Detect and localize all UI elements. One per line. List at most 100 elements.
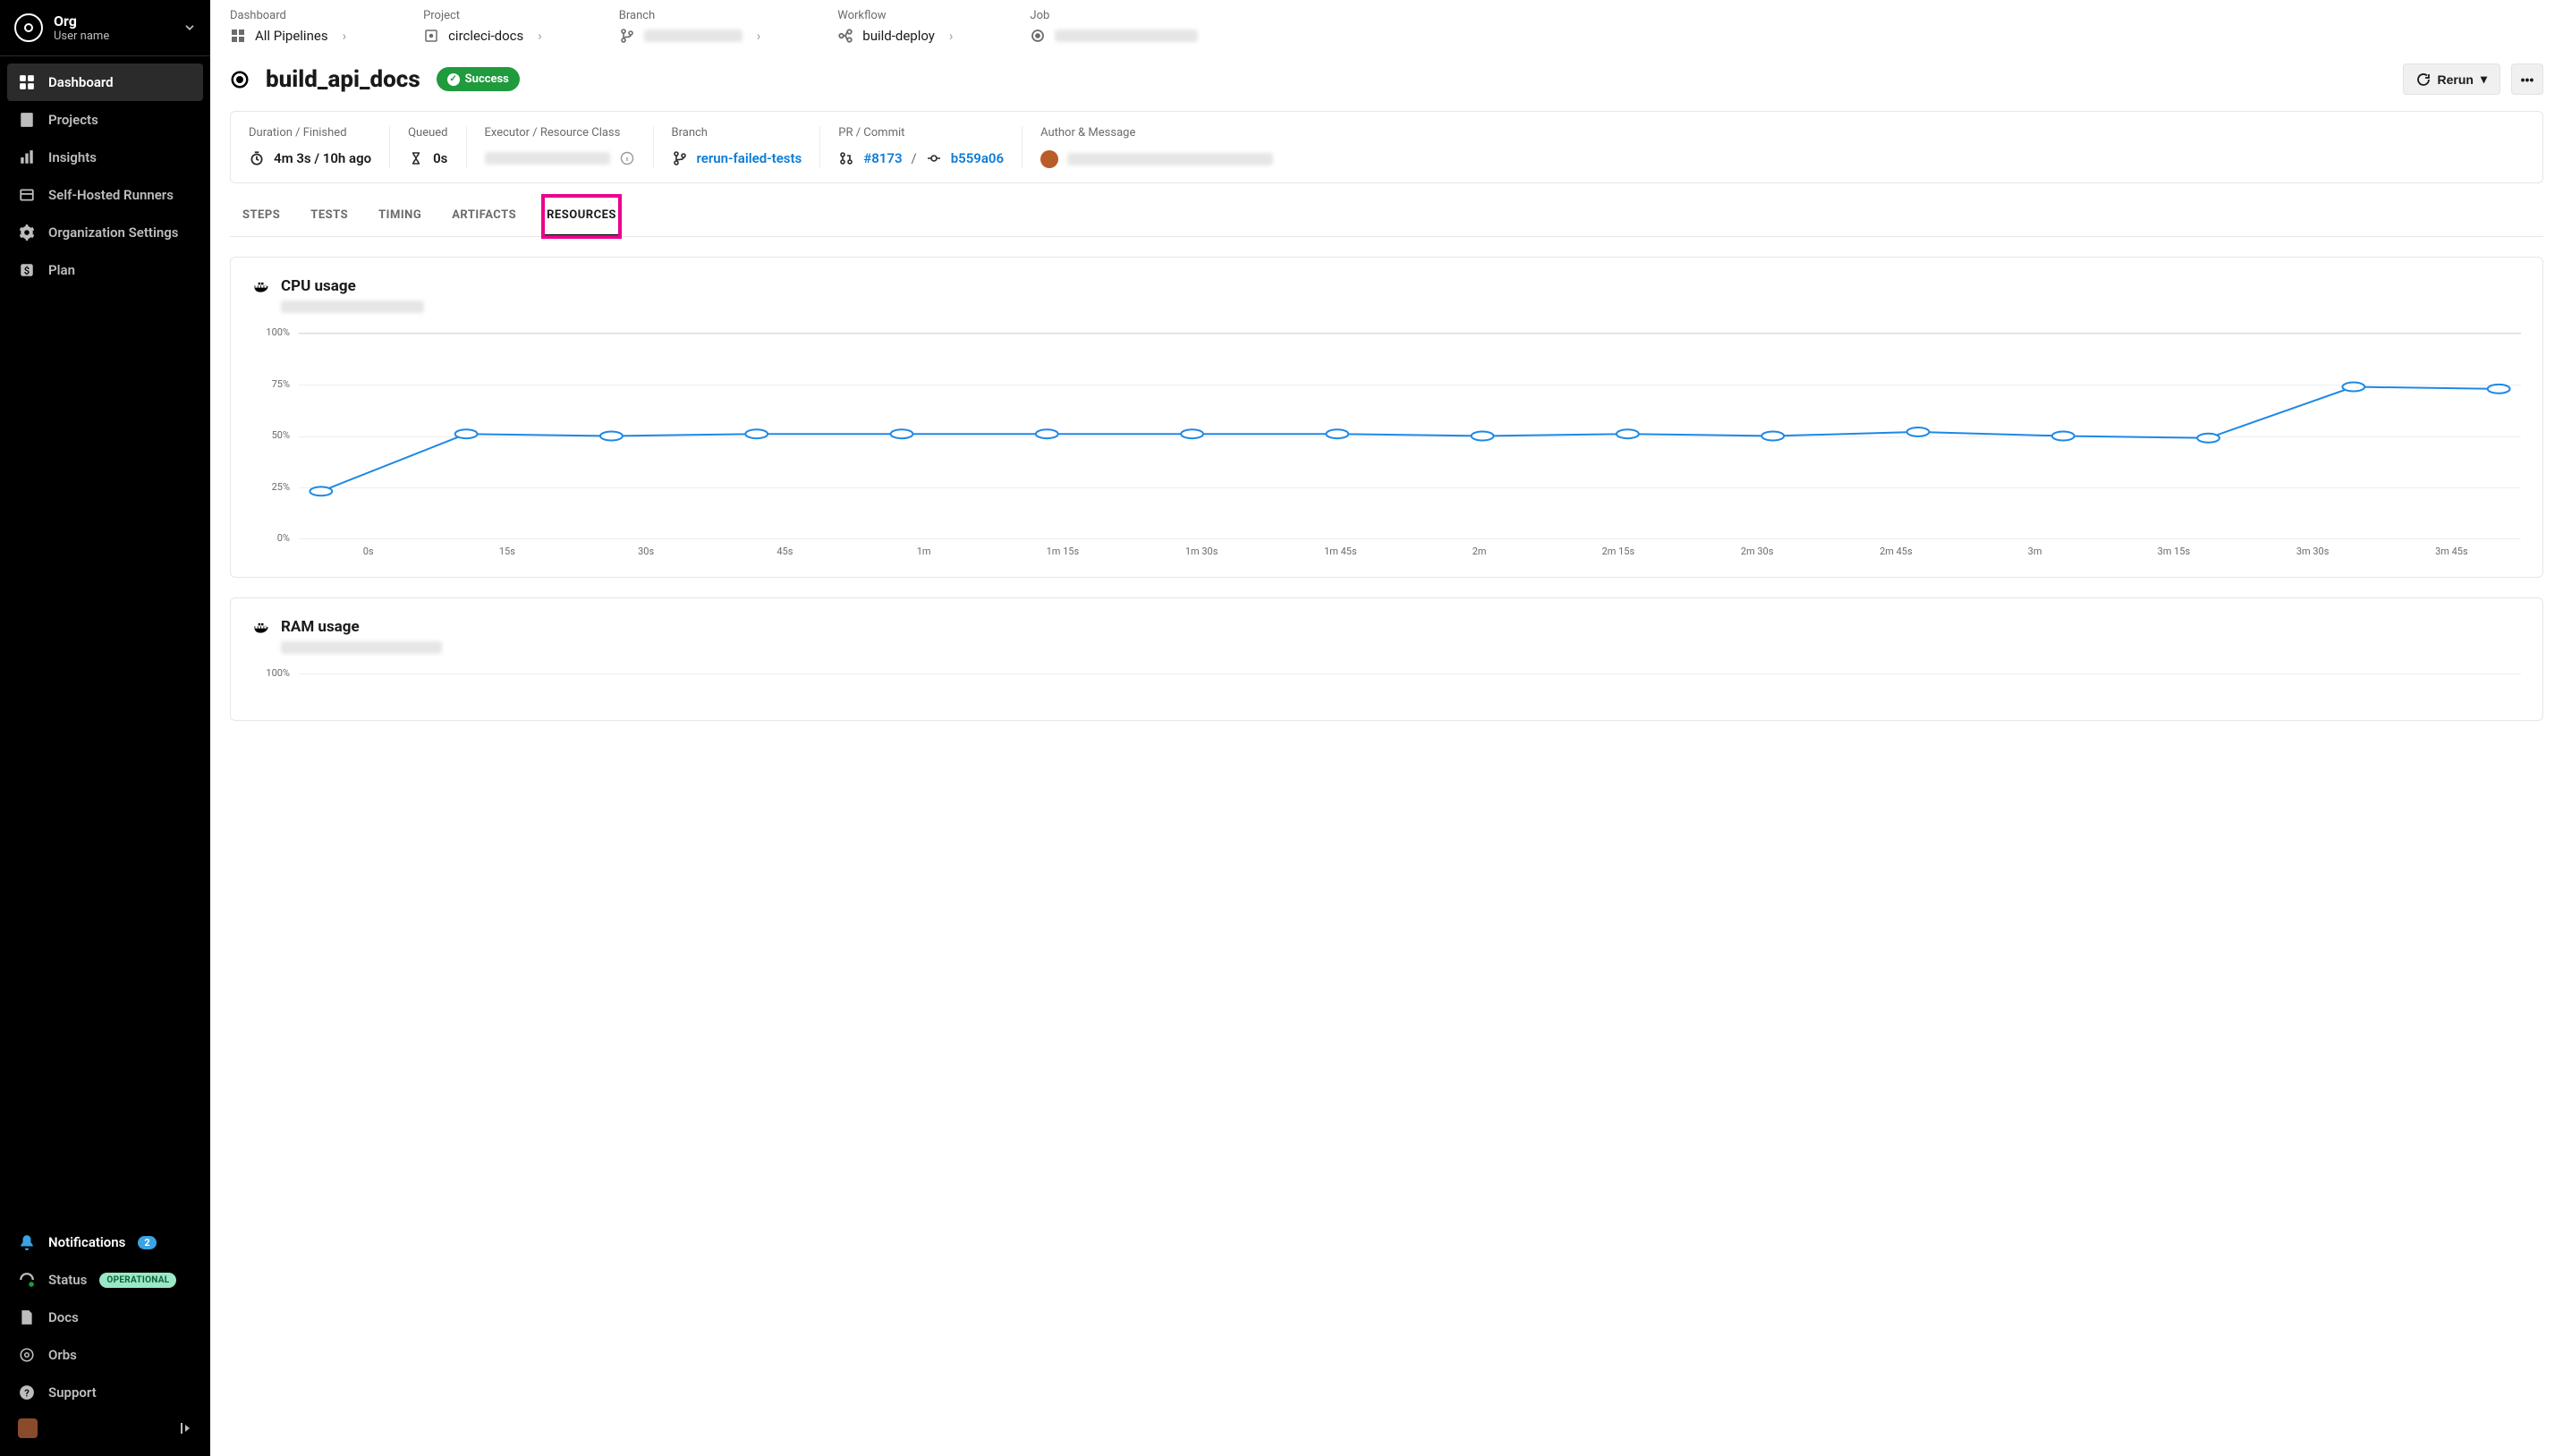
sidebar-item-label: Self-Hosted Runners	[48, 187, 174, 203]
more-button[interactable]: •••	[2511, 63, 2543, 95]
x-tick: 2m 15s	[1549, 546, 1687, 557]
x-tick: 3m 45s	[2382, 546, 2521, 557]
docs-icon	[18, 1308, 36, 1326]
stopwatch-icon	[249, 150, 265, 166]
user-name: User name	[54, 30, 109, 43]
branch-icon	[619, 28, 635, 44]
sidebar-item-status[interactable]: Status OPERATIONAL	[7, 1261, 203, 1299]
plan-icon: $	[18, 261, 36, 279]
tab-steps[interactable]: STEPS	[239, 196, 284, 236]
tab-timing[interactable]: TIMING	[375, 196, 425, 236]
commit-icon	[926, 150, 942, 166]
cpu-x-axis: 0s15s30s45s1m1m 15s1m 30s1m 45s2m2m 15s2…	[299, 546, 2521, 557]
meta-queued: 0s	[433, 150, 447, 166]
cpu-chart	[299, 333, 2521, 538]
circleci-logo-icon	[14, 13, 43, 42]
docker-icon	[252, 277, 270, 295]
ram-usage-card: RAM usage 100%	[230, 597, 2543, 721]
dots-icon: •••	[2521, 72, 2534, 87]
chevron-down-icon	[183, 21, 196, 34]
pipelines-icon	[230, 28, 246, 44]
meta-label-pr: PR / Commit	[838, 126, 1004, 140]
refresh-icon	[2416, 72, 2431, 87]
sidebar-item-label: Projects	[48, 112, 98, 128]
crumb-dashboard[interactable]: All Pipelines	[255, 28, 328, 44]
rerun-label: Rerun	[2438, 72, 2474, 87]
job-name: build_api_docs	[266, 66, 420, 93]
orbs-icon	[18, 1346, 36, 1364]
main-content: Dashboard All Pipelines › Project circle…	[210, 0, 2563, 1456]
x-tick: 1m 45s	[1271, 546, 1410, 557]
meta-branch-link[interactable]: rerun-failed-tests	[697, 150, 802, 166]
chevron-right-icon: ›	[532, 28, 547, 44]
user-avatar[interactable]	[18, 1418, 38, 1438]
workflow-icon	[837, 28, 853, 44]
x-tick: 2m 45s	[1827, 546, 1965, 557]
pull-request-icon	[838, 150, 854, 166]
sidebar-item-label: Docs	[48, 1309, 79, 1325]
crumb-branch-redacted	[644, 30, 743, 42]
y-tick: 100%	[266, 667, 290, 679]
x-tick: 1m 15s	[993, 546, 1132, 557]
crumb-label-project: Project	[423, 9, 547, 22]
x-tick: 15s	[437, 546, 576, 557]
job-meta: Duration / Finished 4m 3s / 10h ago Queu…	[230, 111, 2543, 183]
sidebar-item-notifications[interactable]: Notifications 2	[7, 1223, 203, 1261]
job-title-row: build_api_docs ✓ Success Rerun ▾ •••	[230, 44, 2543, 111]
meta-executor-redacted	[485, 152, 610, 165]
crumb-job-redacted	[1055, 30, 1198, 42]
docker-icon	[252, 618, 270, 636]
rerun-button[interactable]: Rerun ▾	[2403, 63, 2500, 95]
info-icon[interactable]	[619, 150, 635, 166]
bell-icon	[18, 1233, 36, 1251]
sidebar-item-label: Dashboard	[48, 74, 114, 90]
x-tick: 2m 30s	[1688, 546, 1827, 557]
meta-commit-link[interactable]: b559a06	[951, 150, 1004, 166]
sidebar-item-plan[interactable]: $ Plan	[7, 251, 203, 289]
y-tick: 50%	[272, 429, 290, 441]
x-tick: 1m	[854, 546, 993, 557]
caret-down-icon: ▾	[2481, 72, 2487, 87]
x-tick: 30s	[577, 546, 716, 557]
job-icon	[230, 70, 250, 89]
tab-artifacts[interactable]: ARTIFACTS	[448, 196, 520, 236]
sidebar-item-label: Orbs	[48, 1347, 77, 1363]
sidebar-item-runners[interactable]: Self-Hosted Runners	[7, 176, 203, 214]
status-pill: OPERATIONAL	[99, 1273, 176, 1288]
collapse-sidebar-icon[interactable]	[178, 1421, 192, 1435]
sidebar-item-label: Notifications	[48, 1234, 125, 1250]
sidebar-item-label: Support	[48, 1384, 97, 1401]
sidebar-item-insights[interactable]: Insights	[7, 139, 203, 176]
x-tick: 1m 30s	[1133, 546, 1271, 557]
x-tick: 3m 15s	[2104, 546, 2243, 557]
tab-resources[interactable]: RESOURCES	[543, 196, 620, 237]
branch-icon	[672, 150, 688, 166]
runners-icon	[18, 186, 36, 204]
sidebar-item-orbs[interactable]: Orbs	[7, 1336, 203, 1374]
crumb-label-job: Job	[1030, 9, 1198, 22]
crumb-project[interactable]: circleci-docs	[448, 28, 523, 44]
breadcrumb: Dashboard All Pipelines › Project circle…	[230, 0, 2543, 44]
sidebar-item-org-settings[interactable]: Organization Settings	[7, 214, 203, 251]
notifications-badge: 2	[138, 1236, 156, 1249]
sidebar-item-dashboard[interactable]: Dashboard	[7, 63, 203, 101]
ram-subtitle-redacted	[281, 641, 442, 654]
tab-tests[interactable]: TESTS	[307, 196, 352, 236]
meta-label-duration: Duration / Finished	[249, 126, 371, 140]
sidebar-item-docs[interactable]: Docs	[7, 1299, 203, 1336]
project-icon	[423, 28, 439, 44]
gear-icon	[18, 224, 36, 241]
crumb-label-branch: Branch	[619, 9, 767, 22]
status-icon	[18, 1271, 36, 1289]
sidebar-item-support[interactable]: ? Support	[7, 1374, 203, 1411]
crumb-workflow[interactable]: build-deploy	[862, 28, 935, 44]
sidebar-item-label: Organization Settings	[48, 224, 178, 241]
cpu-usage-card: CPU usage 100% 75% 50% 25% 0%	[230, 257, 2543, 578]
cpu-y-axis: 100% 75% 50% 25% 0%	[252, 333, 299, 538]
sidebar: Org User name Dashboard Projects Insight…	[0, 0, 210, 1456]
meta-pr-link[interactable]: #8173	[863, 150, 902, 166]
ram-y-axis: 100%	[252, 673, 299, 700]
org-switcher[interactable]: Org User name	[0, 0, 210, 56]
sidebar-item-projects[interactable]: Projects	[7, 101, 203, 139]
chevron-right-icon: ›	[944, 28, 959, 44]
